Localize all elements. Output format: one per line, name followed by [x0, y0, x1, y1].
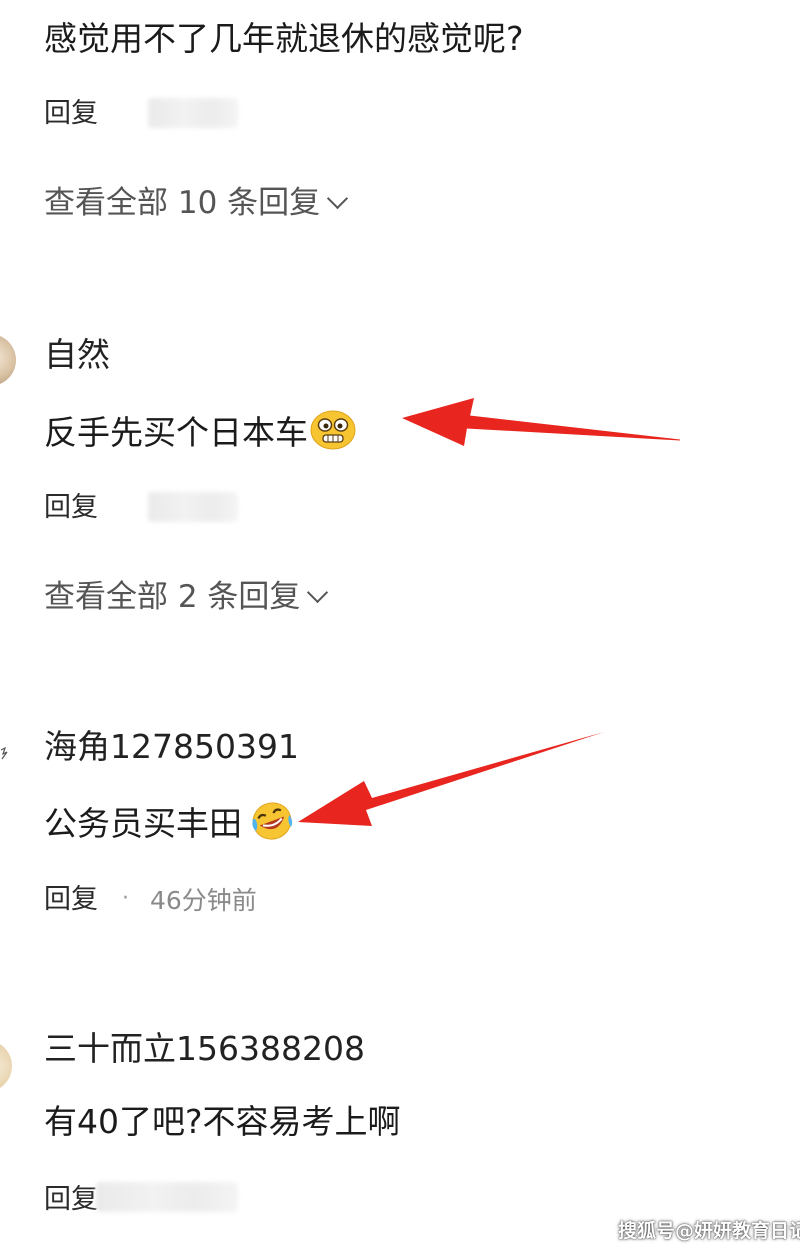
chevron-down-icon — [307, 581, 329, 604]
avatar[interactable] — [0, 334, 16, 386]
comment-2-blurred-meta — [148, 492, 238, 522]
avatar[interactable] — [0, 1040, 12, 1092]
comment-4-reply-button[interactable]: 回复 — [44, 1186, 98, 1213]
comment-4-content: 有40了吧?不容易考上啊 — [44, 1102, 401, 1141]
comment-1-blurred-meta — [148, 98, 238, 128]
comment-2-content-row: 反手先买个日本车 — [44, 410, 356, 455]
rolling-laughing-face-emoji-icon — [250, 801, 294, 846]
comment-2-content: 反手先买个日本车 — [44, 413, 308, 452]
comment-3-content-row: 公务员买丰田 — [44, 801, 294, 846]
comment-3-username[interactable]: 海角127850391 — [44, 730, 299, 763]
comment-4-username[interactable]: 三十而立156388208 — [44, 1032, 365, 1065]
avatar[interactable] — [0, 746, 10, 762]
meta-separator: · — [122, 886, 129, 911]
comment-1-reply-button[interactable]: 回复 — [44, 100, 98, 127]
comment-1-view-all-replies[interactable]: 查看全部 10 条回复 — [44, 185, 349, 221]
grimace-face-emoji-icon — [310, 410, 356, 455]
comment-3-timestamp: 46分钟前 — [150, 886, 257, 915]
comment-3-reply-button[interactable]: 回复 — [44, 886, 98, 913]
watermark: 搜狐号@妍妍教育日记 — [618, 1220, 800, 1242]
comment-2-username[interactable]: 自然 — [44, 338, 110, 371]
view-all-replies-label: 查看全部 2 条回复 — [44, 579, 301, 615]
comment-4-blurred-meta — [96, 1182, 238, 1212]
comment-1-content: 感觉用不了几年就退休的感觉呢? — [44, 19, 524, 58]
comment-2-reply-button[interactable]: 回复 — [44, 494, 98, 521]
chevron-down-icon — [327, 187, 349, 210]
annotation-arrow-2 — [298, 732, 604, 826]
annotation-arrow-1 — [402, 398, 681, 446]
view-all-replies-label: 查看全部 10 条回复 — [44, 185, 321, 221]
comment-2-view-all-replies[interactable]: 查看全部 2 条回复 — [44, 579, 329, 615]
comment-3-content: 公务员买丰田 — [44, 804, 242, 843]
